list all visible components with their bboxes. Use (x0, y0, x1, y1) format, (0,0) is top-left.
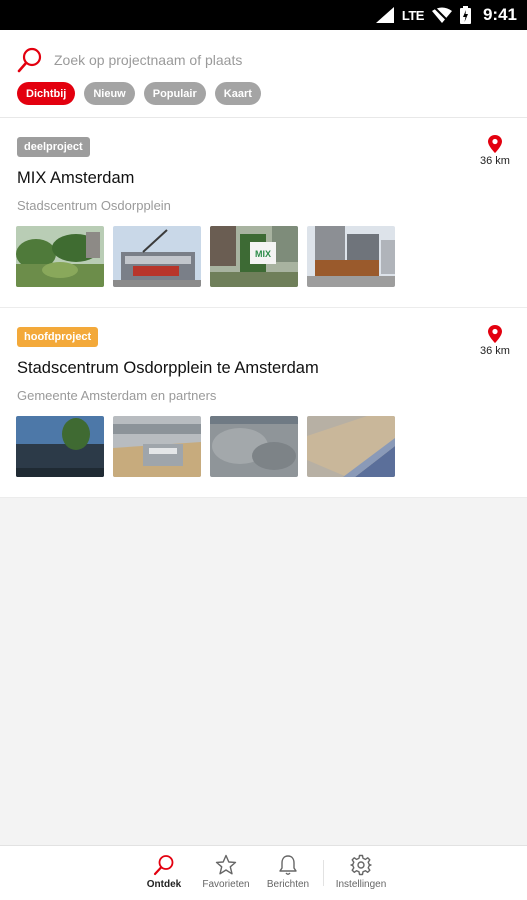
nav-divider (323, 860, 324, 886)
battery-icon (459, 6, 471, 24)
nav-label: Instellingen (335, 879, 387, 890)
nav-item-favorieten[interactable]: Favorieten (191, 854, 261, 890)
nav-label: Favorieten (202, 879, 250, 890)
project-photo[interactable] (113, 226, 201, 287)
project-photo[interactable] (210, 416, 298, 477)
nav-label: Ontdek (146, 879, 182, 890)
mix-sign-text: MIX (255, 249, 271, 259)
location-pin-icon (488, 135, 502, 153)
star-icon (215, 854, 237, 875)
project-type-badge: hoofdproject (17, 327, 99, 347)
project-distance: 36 km (475, 135, 515, 167)
photo-strip: MIX (16, 226, 395, 287)
location-pin-icon (488, 325, 502, 343)
project-list: deelproject MIX Amsterdam Stadscentrum O… (0, 118, 527, 498)
distance-value: 36 km (480, 155, 510, 167)
distance-value: 36 km (480, 345, 510, 357)
project-title: MIX Amsterdam (17, 169, 135, 187)
search-icon (153, 855, 174, 876)
project-subtitle: Gemeente Amsterdam en partners (17, 388, 217, 403)
signal-icon (375, 7, 394, 23)
filter-chip-dichtbij[interactable]: Dichtbij (17, 82, 76, 105)
project-card[interactable]: hoofdproject Stadscentrum Osdorpplein te… (0, 308, 527, 498)
project-subtitle: Stadscentrum Osdorpplein (17, 198, 171, 213)
wifi-icon (431, 7, 452, 23)
status-bar: LTE 9:41 (0, 0, 527, 30)
project-photo[interactable] (16, 416, 104, 477)
project-type-badge: deelproject (17, 137, 90, 157)
bottom-navigation: Ontdek Favorieten Berichten Instellingen (0, 845, 527, 900)
project-photo[interactable]: MIX (210, 226, 298, 287)
gear-icon (350, 854, 372, 876)
project-photo[interactable] (16, 226, 104, 287)
bell-icon (279, 855, 297, 875)
search-input[interactable]: Zoek op projectnaam of plaats (54, 52, 242, 68)
nav-item-instellingen[interactable]: Instellingen (326, 854, 396, 890)
search-icon (17, 47, 42, 73)
project-photo[interactable] (113, 416, 201, 477)
clock: 9:41 (482, 5, 517, 24)
project-distance: 36 km (475, 325, 515, 357)
filter-chip-nieuw[interactable]: Nieuw (84, 82, 135, 105)
nav-item-ontdek[interactable]: Ontdek (129, 854, 199, 890)
photo-strip (16, 416, 395, 477)
filter-chip-kaart[interactable]: Kaart (214, 82, 261, 105)
project-title: Stadscentrum Osdorpplein te Amsterdam (17, 359, 319, 377)
nav-item-berichten[interactable]: Berichten (253, 854, 323, 890)
filter-chips: Dichtbij Nieuw Populair Kaart (17, 82, 261, 105)
project-card[interactable]: deelproject MIX Amsterdam Stadscentrum O… (0, 118, 527, 308)
nav-label: Berichten (266, 879, 310, 890)
search-bar[interactable]: Zoek op projectnaam of plaats (16, 46, 242, 74)
project-photo[interactable] (307, 226, 395, 287)
network-type: LTE (401, 7, 425, 23)
top-bar: Zoek op projectnaam of plaats Dichtbij N… (0, 30, 527, 118)
project-photo[interactable] (307, 416, 395, 477)
status-icons: LTE 9:41 (375, 0, 517, 30)
filter-chip-populair[interactable]: Populair (143, 82, 206, 105)
